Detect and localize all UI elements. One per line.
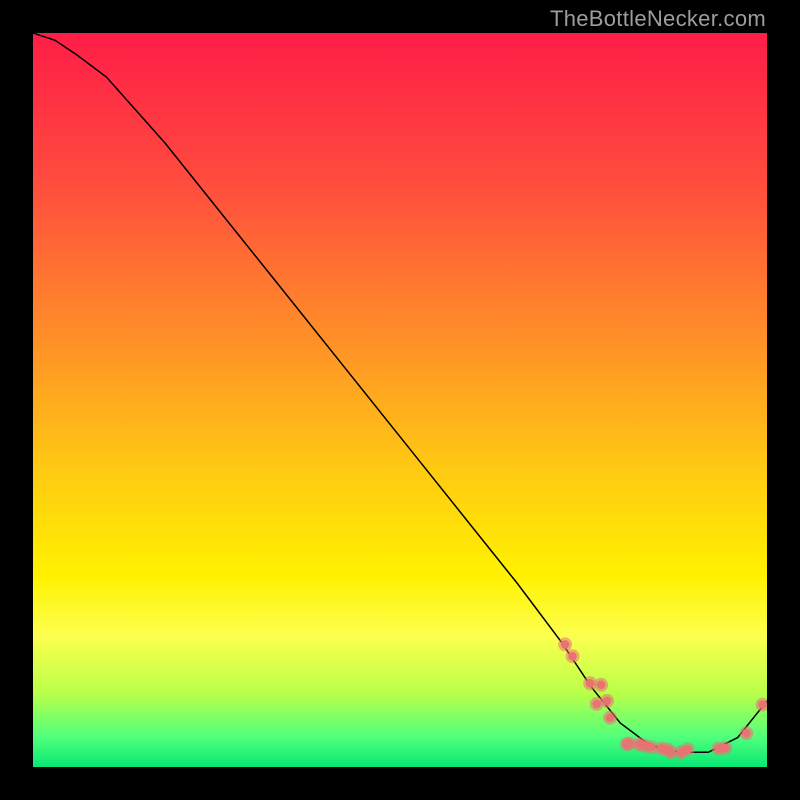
data-marker xyxy=(568,652,577,661)
watermark-text: TheBottleNecker.com xyxy=(550,6,766,32)
data-marker xyxy=(597,681,606,690)
data-marker xyxy=(683,745,692,754)
data-marker xyxy=(625,739,634,748)
bottleneck-curve xyxy=(33,33,767,752)
data-marker xyxy=(586,679,595,688)
plot-svg xyxy=(33,33,767,767)
data-marker xyxy=(561,640,570,649)
data-marker xyxy=(606,714,615,723)
chart-frame: TheBottleNecker.com xyxy=(0,0,800,800)
data-marker xyxy=(742,729,751,738)
data-marker xyxy=(603,697,612,706)
data-marker xyxy=(758,700,767,709)
data-marker xyxy=(721,744,730,753)
plot-area xyxy=(33,33,767,767)
marker-group xyxy=(558,637,767,759)
data-marker xyxy=(667,748,676,757)
data-marker xyxy=(647,743,656,752)
data-marker xyxy=(592,700,601,709)
